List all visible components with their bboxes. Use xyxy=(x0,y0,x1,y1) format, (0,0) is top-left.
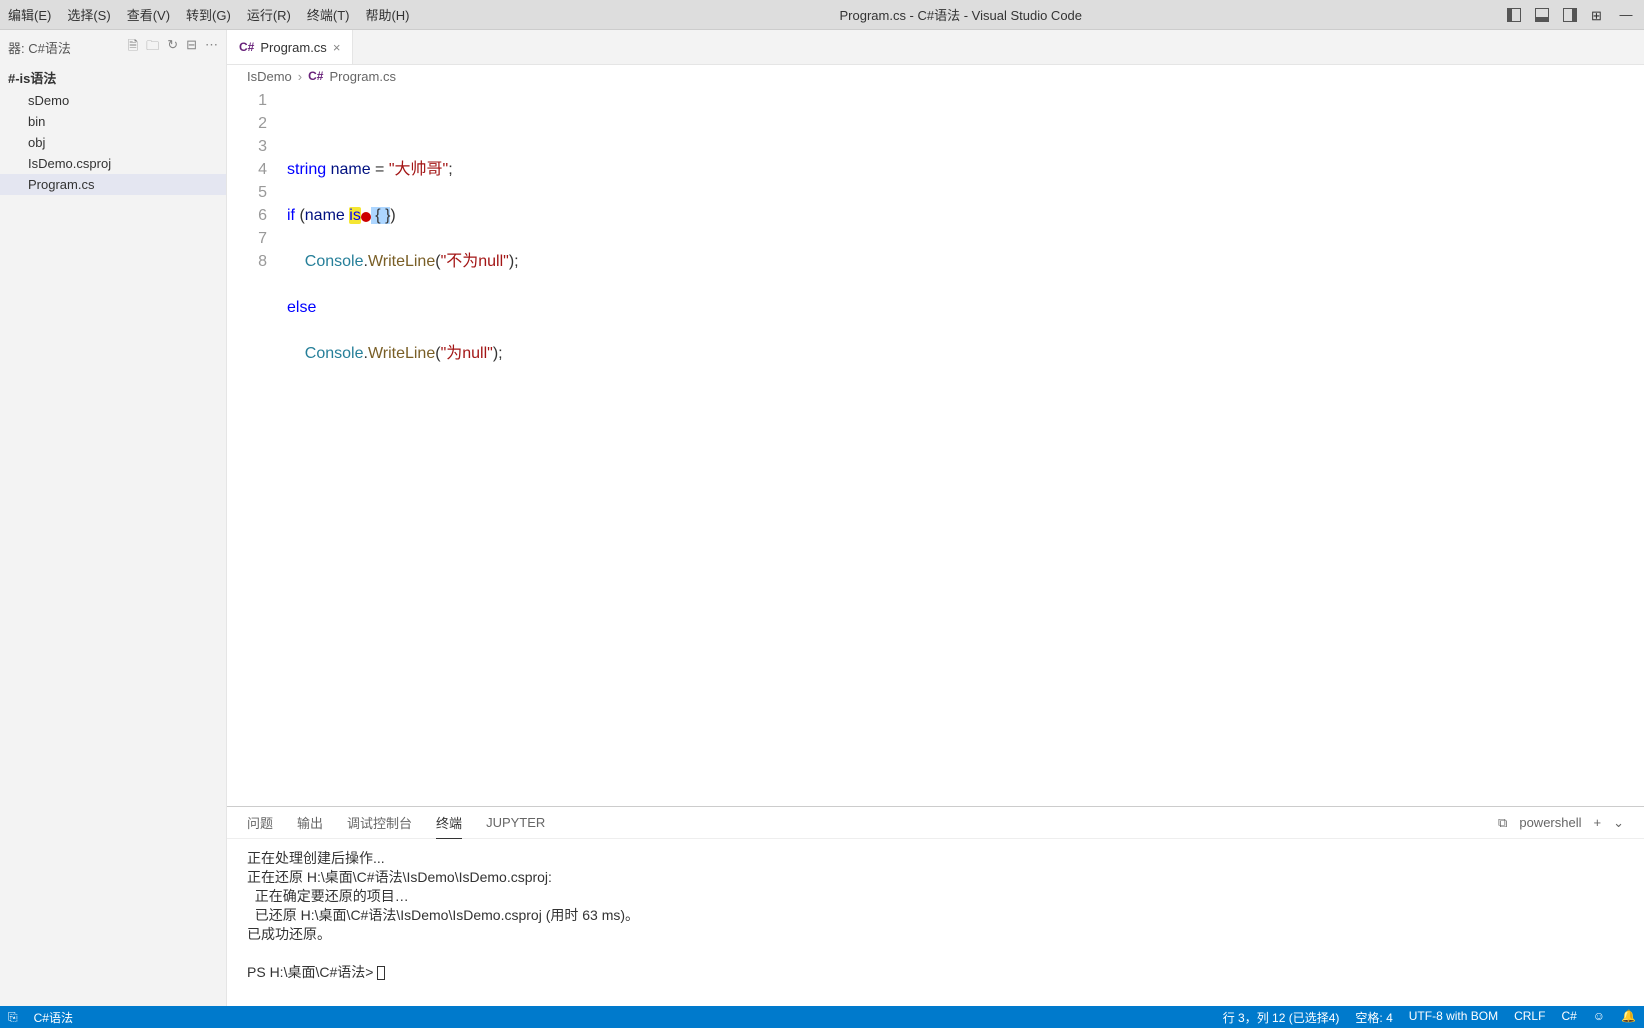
status-notifications-icon[interactable]: 🔔 xyxy=(1621,1009,1636,1026)
menu-run[interactable]: 运行(R) xyxy=(239,1,299,28)
menu-edit[interactable]: 编辑(E) xyxy=(0,1,59,28)
file-tree: #-is语法 sDemo bin obj IsDemo.csproj Progr… xyxy=(0,65,226,1006)
status-language[interactable]: C# xyxy=(1561,1009,1576,1026)
terminal-shell-icon[interactable]: ⧉ xyxy=(1498,815,1507,831)
new-folder-icon[interactable]: 🗀 xyxy=(146,37,159,59)
menu-go[interactable]: 转到(G) xyxy=(178,1,239,28)
bottom-panel: 问题 输出 调试控制台 终端 JUPYTER ⧉ powershell + ⌄ … xyxy=(227,806,1644,1006)
chevron-right-icon: › xyxy=(298,69,302,84)
tab-program-cs[interactable]: C# Program.cs × xyxy=(227,30,353,64)
explorer-title: 器: C#语法 xyxy=(8,38,71,57)
terminal-shell-label[interactable]: powershell xyxy=(1519,815,1581,830)
tree-item-folder[interactable]: sDemo xyxy=(0,90,226,111)
tree-item-csproj[interactable]: IsDemo.csproj xyxy=(0,153,226,174)
main-area: 器: C#语法 🗎 🗀 ↻ ⊟ ⋯ #-is语法 sDemo bin obj I… xyxy=(0,30,1644,1006)
editor-tabs: C# Program.cs × xyxy=(227,30,1644,65)
layout-controls: ⊞ — xyxy=(1504,5,1644,25)
toggle-panel-icon[interactable] xyxy=(1532,5,1552,25)
breadcrumb-folder[interactable]: IsDemo xyxy=(247,69,292,84)
title-bar: 编辑(E) 选择(S) 查看(V) 转到(G) 运行(R) 终端(T) 帮助(H… xyxy=(0,0,1644,30)
menu-help[interactable]: 帮助(H) xyxy=(357,1,417,28)
csharp-file-icon: C# xyxy=(239,40,254,54)
menu-select[interactable]: 选择(S) xyxy=(59,1,118,28)
main-menu: 编辑(E) 选择(S) 查看(V) 转到(G) 运行(R) 终端(T) 帮助(H… xyxy=(0,1,418,28)
editor-container: C# Program.cs × IsDemo › C# Program.cs 1… xyxy=(227,30,1644,1006)
line-numbers: 1 2 3 4 5 6 7 8 xyxy=(227,89,287,806)
status-feedback-icon[interactable]: ☺ xyxy=(1593,1009,1605,1026)
new-file-icon[interactable]: 🗎 xyxy=(128,37,138,59)
terminal-dropdown-icon[interactable]: ⌄ xyxy=(1613,815,1624,831)
new-terminal-icon[interactable]: + xyxy=(1594,815,1602,830)
status-branch[interactable]: C#语法 xyxy=(34,1009,73,1026)
collapse-icon[interactable]: ⊟ xyxy=(186,37,197,59)
code-content[interactable]: string name = "大帅哥"; if (name is { }) Co… xyxy=(287,89,1644,806)
menu-view[interactable]: 查看(V) xyxy=(119,1,178,28)
close-tab-icon[interactable]: × xyxy=(333,40,341,55)
tab-jupyter[interactable]: JUPYTER xyxy=(486,809,545,836)
tree-root[interactable]: #-is语法 xyxy=(0,65,226,90)
more-icon[interactable]: ⋯ xyxy=(205,37,218,59)
explorer-sidebar: 器: C#语法 🗎 🗀 ↻ ⊟ ⋯ #-is语法 sDemo bin obj I… xyxy=(0,30,227,1006)
refresh-icon[interactable]: ↻ xyxy=(167,37,178,59)
toggle-primary-sidebar-icon[interactable] xyxy=(1504,5,1524,25)
status-eol[interactable]: CRLF xyxy=(1514,1009,1545,1026)
breadcrumb[interactable]: IsDemo › C# Program.cs xyxy=(227,65,1644,87)
csharp-file-icon: C# xyxy=(308,69,323,83)
explorer-header: 器: C#语法 🗎 🗀 ↻ ⊟ ⋯ xyxy=(0,30,226,65)
tab-terminal[interactable]: 终端 xyxy=(436,807,462,839)
breadcrumb-file[interactable]: Program.cs xyxy=(329,69,395,84)
menu-terminal[interactable]: 终端(T) xyxy=(299,1,358,28)
code-editor[interactable]: 1 2 3 4 5 6 7 8 string name = "大帅哥"; if … xyxy=(227,87,1644,806)
status-indentation[interactable]: 空格: 4 xyxy=(1355,1009,1392,1026)
tab-debug-console[interactable]: 调试控制台 xyxy=(347,807,412,838)
status-bar: ⎘ C#语法 行 3，列 12 (已选择4) 空格: 4 UTF-8 with … xyxy=(0,1006,1644,1028)
terminal-cursor xyxy=(377,966,385,980)
tab-label: Program.cs xyxy=(260,40,326,55)
minimize-icon[interactable]: — xyxy=(1616,5,1636,25)
tree-item-bin[interactable]: bin xyxy=(0,111,226,132)
panel-tabs: 问题 输出 调试控制台 终端 JUPYTER ⧉ powershell + ⌄ xyxy=(227,807,1644,839)
terminal-output[interactable]: 正在处理创建后操作... 正在还原 H:\桌面\C#语法\IsDemo\IsDe… xyxy=(227,839,1644,1006)
tree-item-program[interactable]: Program.cs xyxy=(0,174,226,195)
toggle-secondary-sidebar-icon[interactable] xyxy=(1560,5,1580,25)
customize-layout-icon[interactable]: ⊞ xyxy=(1588,5,1608,25)
status-encoding[interactable]: UTF-8 with BOM xyxy=(1409,1009,1498,1026)
window-title: Program.cs - C#语法 - Visual Studio Code xyxy=(418,5,1504,24)
tab-output[interactable]: 输出 xyxy=(297,807,323,838)
cursor-indicator xyxy=(361,212,371,222)
tree-item-obj[interactable]: obj xyxy=(0,132,226,153)
status-cursor-position[interactable]: 行 3，列 12 (已选择4) xyxy=(1223,1009,1340,1026)
status-remote-icon[interactable]: ⎘ xyxy=(8,1010,18,1025)
tab-problems[interactable]: 问题 xyxy=(247,807,273,838)
